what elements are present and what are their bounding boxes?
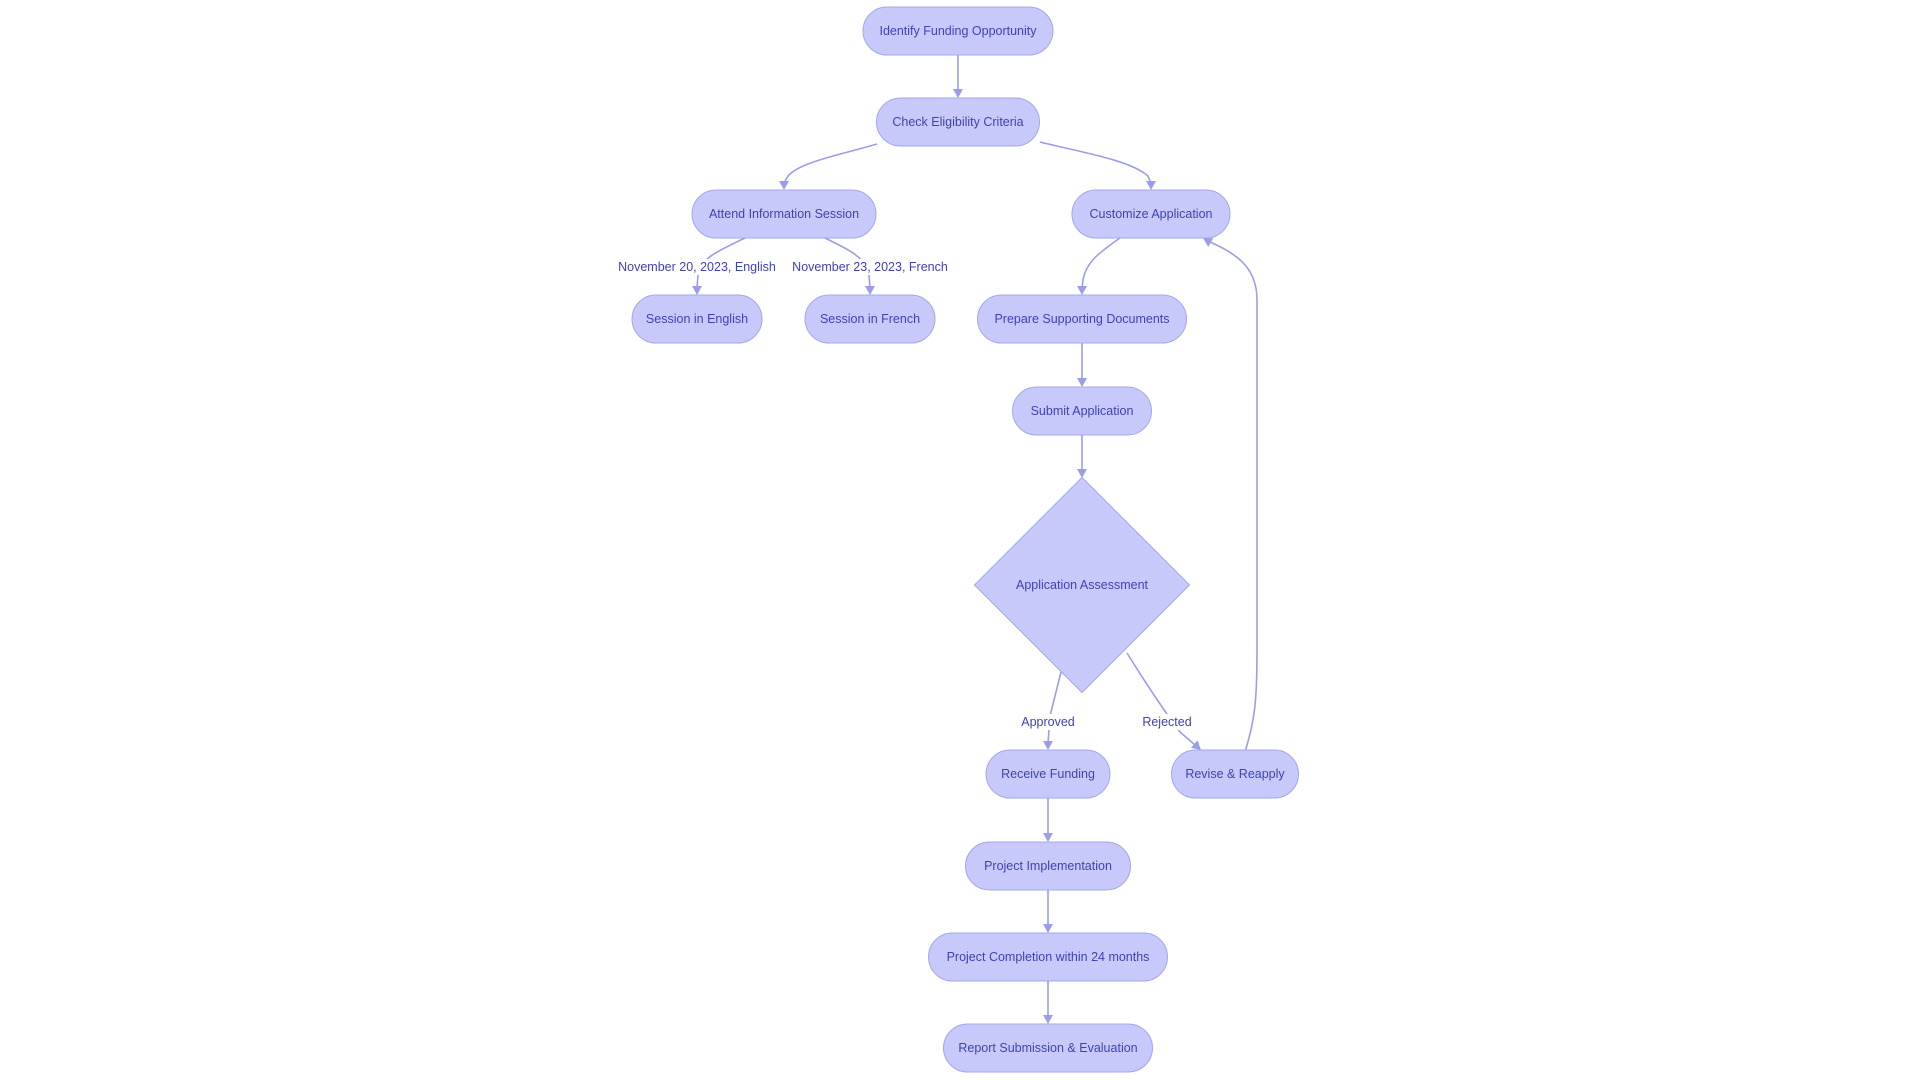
- arrowhead-icon: [1077, 378, 1087, 387]
- flowchart: Identify Funding Opportunity Check Eligib…: [616, 6, 1299, 1073]
- node-receive[interactable]: Receive Funding: [985, 749, 1111, 799]
- arrowhead-icon: [1146, 181, 1156, 190]
- node-assess[interactable]: Application Assessment: [973, 476, 1191, 694]
- edge-complete-to-report: [1043, 981, 1053, 1024]
- arrowhead-icon: [1077, 469, 1087, 478]
- node-label: Submit Application: [1031, 404, 1134, 418]
- nodes-layer: Identify Funding Opportunity Check Eligib…: [631, 6, 1299, 1073]
- edge-assess-to-revise: [1126, 652, 1201, 750]
- arrowhead-icon: [865, 286, 875, 295]
- node-submit[interactable]: Submit Application: [1012, 386, 1152, 436]
- edge-label: Rejected: [1140, 714, 1194, 730]
- node-identify[interactable]: Identify Funding Opportunity: [862, 6, 1054, 56]
- edge-line: [783, 143, 878, 184]
- arrowhead-icon: [1043, 833, 1053, 842]
- node-label: Report Submission & Evaluation: [958, 1041, 1137, 1055]
- edge-assess-to-receive: [1043, 671, 1062, 750]
- arrowhead-icon: [1043, 1015, 1053, 1024]
- edge-identify-to-check: [953, 55, 963, 98]
- node-label: Customize Application: [1090, 207, 1213, 221]
- edge-submit-to-assess: [1077, 435, 1087, 478]
- node-label: Revise & Reapply: [1185, 767, 1285, 781]
- edge-label-text: Rejected: [1142, 715, 1191, 729]
- node-check[interactable]: Check Eligibility Criteria: [876, 97, 1040, 147]
- node-label: Session in English: [646, 312, 748, 326]
- arrowhead-icon: [953, 89, 963, 98]
- node-customize[interactable]: Customize Application: [1071, 189, 1231, 239]
- edge-prepare-to-submit: [1077, 343, 1087, 387]
- node-label: Attend Information Session: [709, 207, 859, 221]
- node-label: Project Implementation: [984, 859, 1112, 873]
- edge-line: [1081, 237, 1121, 289]
- edge-label-text: November 23, 2023, French: [792, 260, 948, 274]
- node-label: Session in French: [820, 312, 920, 326]
- edge-label: November 23, 2023, French: [790, 259, 950, 275]
- edge-line: [1039, 141, 1152, 184]
- node-french[interactable]: Session in French: [804, 294, 936, 344]
- edge-line: [1209, 241, 1258, 753]
- arrowhead-icon: [1043, 924, 1053, 933]
- edge-label-text: Approved: [1021, 715, 1075, 729]
- node-label: Prepare Supporting Documents: [994, 312, 1169, 326]
- node-english[interactable]: Session in English: [631, 294, 763, 344]
- node-implement[interactable]: Project Implementation: [965, 841, 1131, 891]
- arrowhead-icon: [779, 181, 789, 190]
- node-attend[interactable]: Attend Information Session: [691, 189, 877, 239]
- edge-label-text: November 20, 2023, English: [618, 260, 776, 274]
- edge-label: Approved: [1019, 714, 1077, 730]
- node-revise[interactable]: Revise & Reapply: [1171, 749, 1299, 799]
- edge-line: [1126, 652, 1196, 746]
- node-label: Application Assessment: [1016, 578, 1149, 592]
- edge-label: November 20, 2023, English: [616, 259, 778, 275]
- edge-customize-to-prepare: [1077, 237, 1121, 295]
- node-label: Check Eligibility Criteria: [892, 115, 1023, 129]
- node-report[interactable]: Report Submission & Evaluation: [943, 1023, 1153, 1073]
- edge-receive-to-implement: [1043, 798, 1053, 842]
- node-label: Identify Funding Opportunity: [879, 24, 1037, 38]
- edge-implement-to-complete: [1043, 890, 1053, 933]
- node-label: Receive Funding: [1001, 767, 1095, 781]
- edge-check-to-attend: [779, 143, 878, 190]
- edge-line: [1047, 671, 1062, 744]
- arrowhead-icon: [1077, 286, 1087, 295]
- arrowhead-icon: [692, 286, 702, 295]
- node-complete[interactable]: Project Completion within 24 months: [928, 932, 1168, 982]
- node-label: Project Completion within 24 months: [947, 950, 1150, 964]
- edge-revise-to-customize: [1203, 238, 1258, 753]
- arrowhead-icon: [1043, 741, 1053, 750]
- edge-check-to-customize: [1039, 141, 1156, 190]
- node-prepare[interactable]: Prepare Supporting Documents: [977, 294, 1187, 344]
